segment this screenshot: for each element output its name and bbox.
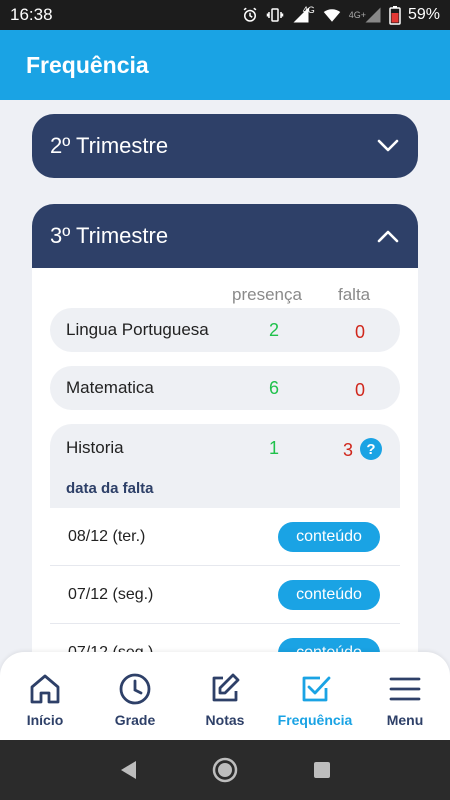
nav-item-frequencia[interactable]: Frequência xyxy=(275,670,355,728)
column-headers: presença falta xyxy=(32,268,418,308)
absence-date-row: 07/12 (seg.) conteúdo xyxy=(50,566,400,624)
signal-4g-plus-icon: 4G+ xyxy=(349,6,382,24)
question-circle-icon[interactable]: ? xyxy=(360,438,382,460)
home-button-icon[interactable] xyxy=(205,750,245,790)
column-presence: presença xyxy=(232,285,302,304)
vibrate-icon xyxy=(266,6,284,24)
trimester-title: 2º Trimestre xyxy=(50,133,169,158)
app-bar: Frequência xyxy=(0,30,450,100)
trimester-card-3: 3º Trimestre presença falta Lingua Portu… xyxy=(32,204,418,680)
subject-row-expanded[interactable]: Historia 1 3 ? data da falta xyxy=(50,424,400,508)
back-icon[interactable] xyxy=(108,750,148,790)
system-navigation-bar xyxy=(0,740,450,800)
absence-date: 08/12 (ter.) xyxy=(68,528,146,545)
alarm-icon xyxy=(241,6,259,24)
absence-dates-label: data da falta xyxy=(66,480,154,497)
trimester-card-2: 2º Trimestre xyxy=(32,114,418,178)
signal-4g-icon: 4G xyxy=(291,5,315,24)
bottom-navigation: Início Grade Notas Frequência Menu xyxy=(0,652,450,740)
nav-item-inicio[interactable]: Início xyxy=(5,670,85,728)
wifi-icon xyxy=(322,6,342,24)
battery-percent: 59% xyxy=(407,6,440,23)
trimester-title: 3º Trimestre xyxy=(50,223,169,248)
main-content: 2º Trimestre 3º Trimestre presença falta… xyxy=(0,100,450,680)
status-bar: 16:38 4G 4G+ 59% xyxy=(0,0,450,30)
subject-row[interactable]: Lingua Portuguesa 2 0 xyxy=(50,308,400,352)
presence-count: 2 xyxy=(268,320,279,340)
nav-label: Menu xyxy=(386,712,424,728)
trimester-header-3[interactable]: 3º Trimestre xyxy=(32,204,418,268)
home-icon xyxy=(26,670,64,708)
absence-date: 07/12 (seg.) xyxy=(68,586,154,603)
nav-item-menu[interactable]: Menu xyxy=(365,670,445,728)
nav-label: Notas xyxy=(205,712,245,728)
battery-icon xyxy=(389,5,401,25)
subject-name: Historia xyxy=(66,438,124,457)
recents-icon[interactable] xyxy=(302,750,342,790)
status-icons: 4G 4G+ 59% xyxy=(241,5,440,25)
status-time: 16:38 xyxy=(10,5,53,24)
chevron-up-icon[interactable] xyxy=(376,224,400,248)
content-button[interactable]: conteúdo xyxy=(278,580,380,610)
nav-label: Frequência xyxy=(277,712,353,728)
menu-icon xyxy=(386,670,424,708)
absence-count: 0 xyxy=(354,322,365,342)
page-title: Frequência xyxy=(26,51,149,78)
edit-icon xyxy=(206,670,244,708)
subject-name: Matematica xyxy=(66,378,154,397)
clock-icon xyxy=(116,670,154,708)
chevron-down-icon[interactable] xyxy=(376,134,400,158)
nav-label: Início xyxy=(26,712,64,728)
nav-label: Grade xyxy=(114,712,156,728)
nav-item-grade[interactable]: Grade xyxy=(95,670,175,728)
subject-row[interactable]: Matematica 6 0 xyxy=(50,366,400,410)
content-button[interactable]: conteúdo xyxy=(278,522,380,552)
subject-name: Lingua Portuguesa xyxy=(66,320,209,339)
checkbox-icon xyxy=(296,670,334,708)
column-absence: falta xyxy=(338,285,371,304)
nav-item-notas[interactable]: Notas xyxy=(185,670,265,728)
presence-count: 1 xyxy=(268,438,279,458)
presence-count: 6 xyxy=(268,378,279,398)
absence-count: 3 xyxy=(342,440,353,460)
absence-date-row: 08/12 (ter.) conteúdo xyxy=(50,508,400,566)
absence-count: 0 xyxy=(354,380,365,400)
trimester-header-2[interactable]: 2º Trimestre xyxy=(32,114,418,178)
